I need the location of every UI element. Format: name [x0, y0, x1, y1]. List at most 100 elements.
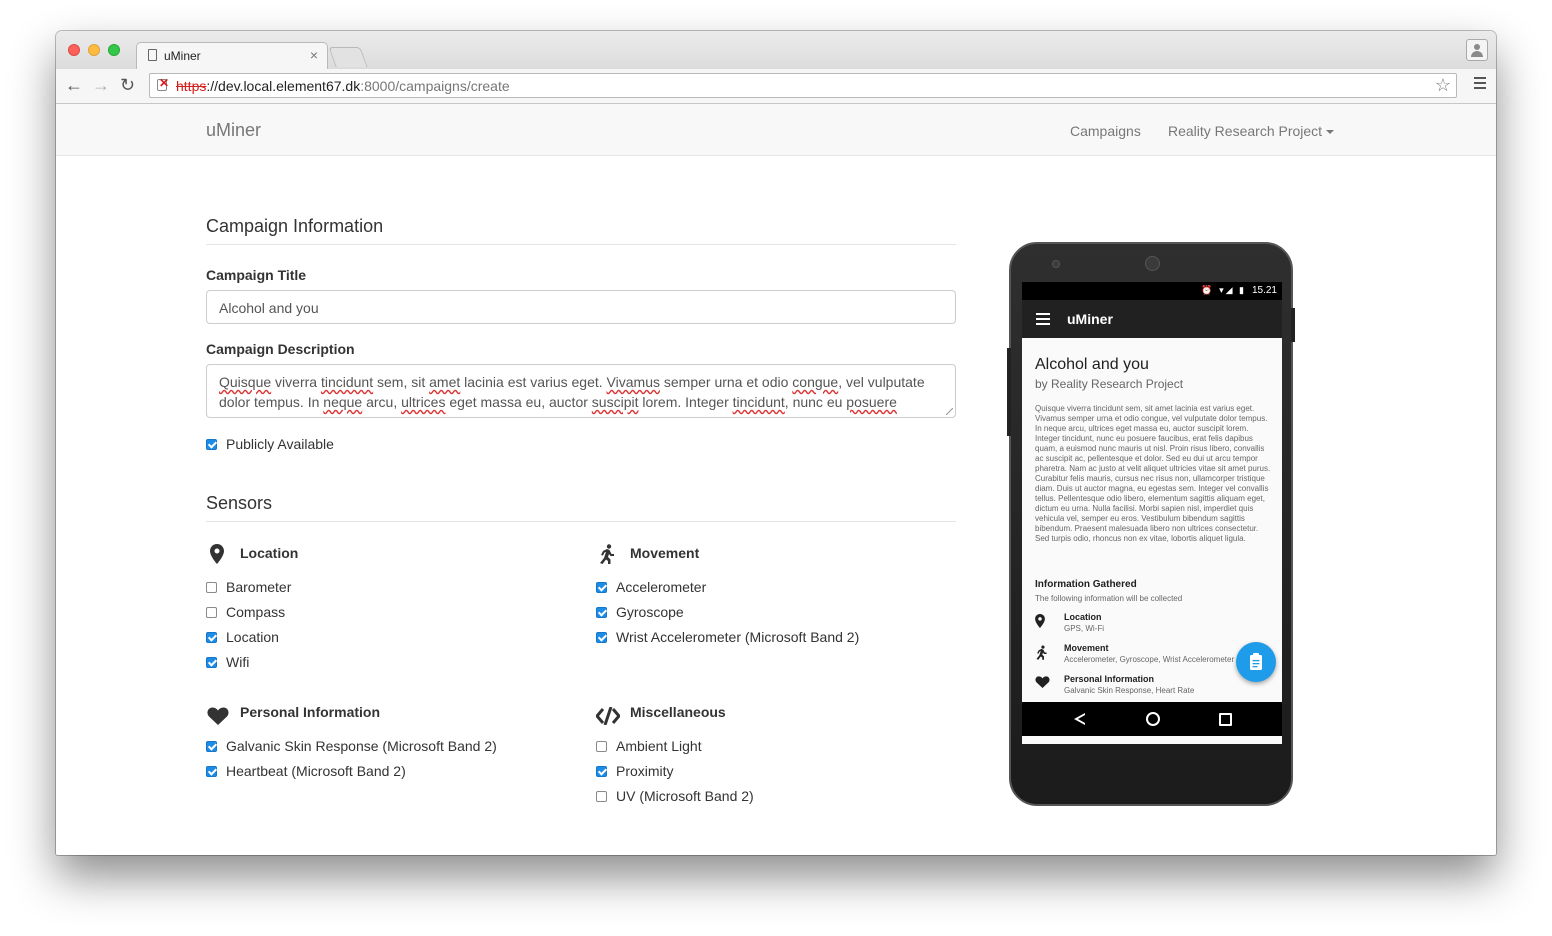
- sensor-checkbox-gyroscope[interactable]: Gyroscope: [596, 604, 684, 620]
- campaign-description-label: Campaign Description: [206, 341, 355, 357]
- preview-campaign-title: Alcohol and you: [1035, 356, 1149, 373]
- android-status-bar: ⏰ ▾◢ ▮ 15.21: [1022, 282, 1282, 300]
- caret-down-icon: [1326, 130, 1335, 135]
- resize-handle[interactable]: [946, 408, 953, 415]
- checkbox-checked[interactable]: [596, 582, 607, 593]
- running-person-icon: [600, 544, 614, 564]
- reload-icon[interactable]: ↻: [120, 75, 135, 95]
- campaign-description-textarea[interactable]: Quisque viverra tincidunt sem, sit amet …: [206, 364, 956, 418]
- sensor-checkbox-galvanic-skin-response[interactable]: Galvanic Skin Response (Microsoft Band 2…: [206, 738, 497, 754]
- status-time: 15.21: [1251, 285, 1277, 296]
- sensor-label: Heartbeat (Microsoft Band 2): [226, 763, 406, 779]
- divider: [206, 244, 956, 245]
- bookmark-star-icon[interactable]: ☆: [1435, 75, 1451, 96]
- back-triangle-inner: [1078, 715, 1085, 723]
- sensor-checkbox-barometer[interactable]: Barometer: [206, 579, 291, 595]
- nav-campaigns-link[interactable]: Campaigns: [1070, 123, 1141, 139]
- home-circle-icon[interactable]: [1146, 712, 1160, 726]
- phone-sensor: [1052, 260, 1060, 268]
- insecure-x-icon: ✕: [159, 76, 170, 90]
- browser-tab[interactable]: uMiner ×: [136, 42, 328, 69]
- running-person-icon: [1036, 645, 1047, 660]
- divider: [206, 521, 956, 522]
- url-scheme: https: [176, 78, 207, 94]
- info-item-detail: GPS, Wi-Fi: [1064, 624, 1104, 633]
- project-dropdown-label: Reality Research Project: [1168, 123, 1323, 139]
- movement-group-title: Movement: [630, 545, 700, 561]
- checkbox-checked[interactable]: [596, 632, 607, 643]
- checkbox-unchecked[interactable]: [206, 582, 217, 593]
- recent-apps-icon[interactable]: [1219, 713, 1232, 726]
- info-item-title: Location: [1064, 612, 1102, 622]
- checkbox-checked[interactable]: [206, 632, 217, 643]
- tab-close-icon[interactable]: ×: [310, 47, 318, 63]
- nav-project-dropdown[interactable]: Reality Research Project: [1168, 123, 1335, 139]
- preview-description: Quisque viverra tincidunt sem, sit amet …: [1035, 404, 1271, 543]
- sensor-label: Wifi: [226, 654, 250, 670]
- close-window-button[interactable]: [68, 44, 80, 56]
- checkbox-unchecked[interactable]: [206, 607, 217, 618]
- sensor-label: Wrist Accelerometer (Microsoft Band 2): [616, 629, 860, 645]
- forward-arrow-icon[interactable]: →: [92, 75, 110, 95]
- location-group-title: Location: [240, 545, 299, 561]
- sensors-heading: Sensors: [206, 493, 273, 513]
- menu-icon[interactable]: [1474, 77, 1486, 92]
- url-path: :8000/campaigns/create: [360, 78, 510, 94]
- browser-window: uMiner × ← → ↻ ✕ https://dev.local.eleme…: [56, 31, 1496, 855]
- checkbox-checked[interactable]: [206, 657, 217, 668]
- zoom-window-button[interactable]: [108, 44, 120, 56]
- sensor-label: Compass: [226, 604, 286, 620]
- checkbox-checked[interactable]: [596, 766, 607, 777]
- sensor-label: Ambient Light: [616, 738, 702, 754]
- app-bar: uMiner: [1022, 300, 1282, 338]
- checkbox-unchecked[interactable]: [596, 791, 607, 802]
- sensor-checkbox-uv[interactable]: UV (Microsoft Band 2): [596, 788, 754, 804]
- sensor-checkbox-accelerometer[interactable]: Accelerometer: [596, 579, 706, 595]
- tab-title: uMiner: [164, 49, 201, 63]
- heart-icon: [207, 707, 229, 725]
- checkbox-unchecked[interactable]: [596, 741, 607, 752]
- campaign-title-input[interactable]: Alcohol and you: [206, 290, 956, 324]
- profile-button[interactable]: [1466, 39, 1488, 61]
- code-icon: [596, 707, 620, 725]
- checkbox-checked[interactable]: [596, 607, 607, 618]
- info-item-detail: Galvanic Skin Response, Heart Rate: [1064, 686, 1195, 695]
- publicly-available-checkbox[interactable]: Publicly Available: [206, 436, 334, 452]
- sensor-checkbox-ambient-light[interactable]: Ambient Light: [596, 738, 702, 754]
- checkbox-checked[interactable]: [206, 439, 217, 450]
- miscellaneous-group-title: Miscellaneous: [630, 704, 726, 720]
- map-pin-icon: [1035, 614, 1045, 628]
- information-gathered-title: Information Gathered: [1035, 579, 1137, 590]
- minimize-window-button[interactable]: [88, 44, 100, 56]
- sensor-checkbox-compass[interactable]: Compass: [206, 604, 285, 620]
- sensor-checkbox-heartbeat[interactable]: Heartbeat (Microsoft Band 2): [206, 763, 406, 779]
- sensor-checkbox-wrist-accelerometer[interactable]: Wrist Accelerometer (Microsoft Band 2): [596, 629, 859, 645]
- publicly-available-label: Publicly Available: [226, 436, 334, 452]
- new-tab-button[interactable]: [328, 47, 368, 67]
- browser-toolbar: ← → ↻ ✕ https://dev.local.element67.dk:8…: [56, 69, 1496, 104]
- sensor-checkbox-wifi[interactable]: Wifi: [206, 654, 249, 670]
- back-arrow-icon[interactable]: ←: [65, 75, 83, 95]
- clipboard-fab-button[interactable]: [1236, 642, 1276, 682]
- address-bar[interactable]: ✕ https://dev.local.element67.dk:8000/ca…: [149, 73, 1457, 98]
- info-item-detail: Accelerometer, Gyroscope, Wrist Accelero…: [1064, 655, 1235, 664]
- map-pin-icon: [210, 544, 224, 564]
- brand-link[interactable]: uMiner: [206, 120, 261, 141]
- sensor-label: Gyroscope: [616, 604, 684, 620]
- sensor-checkbox-location[interactable]: Location: [206, 629, 279, 645]
- sensor-label: Proximity: [616, 763, 674, 779]
- sensor-label: UV (Microsoft Band 2): [616, 788, 754, 804]
- info-item-location: Location GPS, Wi-Fi: [1035, 612, 1275, 638]
- phone-screen: ⏰ ▾◢ ▮ 15.21 uMiner Alcohol and you by R…: [1022, 282, 1282, 744]
- hamburger-icon[interactable]: [1036, 313, 1050, 328]
- url-text[interactable]: https://dev.local.element67.dk:8000/camp…: [176, 78, 510, 94]
- personal-information-group-title: Personal Information: [240, 704, 381, 720]
- phone-camera: [1145, 256, 1160, 271]
- sensor-checkbox-proximity[interactable]: Proximity: [596, 763, 674, 779]
- checkbox-checked[interactable]: [206, 741, 217, 752]
- checkbox-checked[interactable]: [206, 766, 217, 777]
- site-navbar: uMiner Campaigns Reality Research Projec…: [56, 104, 1496, 156]
- info-item-title: Movement: [1064, 643, 1109, 653]
- url-host: ://dev.local.element67.dk: [206, 78, 361, 94]
- person-icon-body: [1471, 51, 1483, 57]
